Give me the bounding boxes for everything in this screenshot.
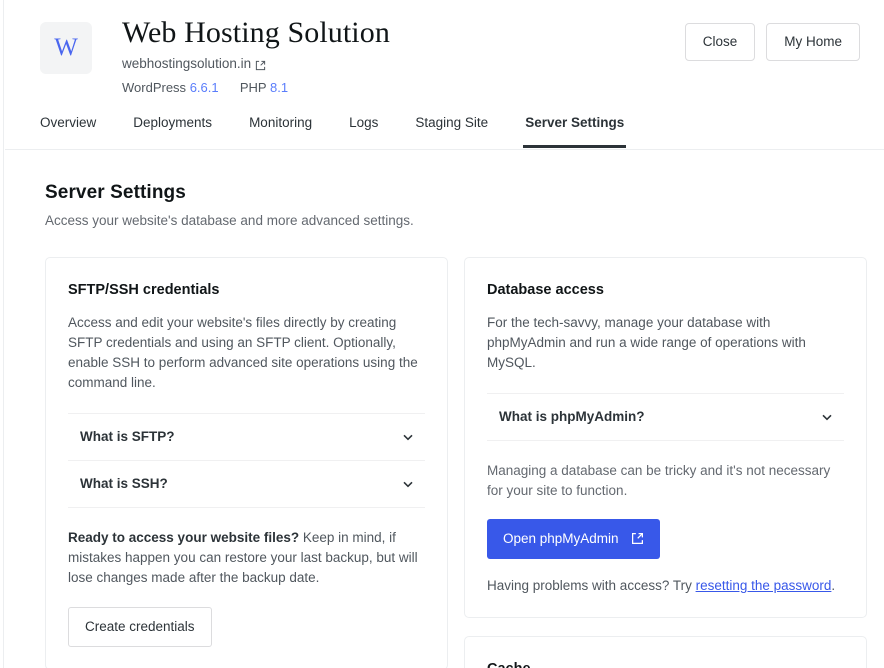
- accordion-item-what-is-sftp[interactable]: What is SFTP?: [68, 414, 425, 461]
- right-column: Database access For the tech-savvy, mana…: [464, 257, 867, 668]
- main-content: Server Settings Access your website's da…: [5, 150, 884, 668]
- php-version[interactable]: 8.1: [270, 80, 288, 95]
- database-help-prefix: Having problems with access? Try: [487, 578, 696, 593]
- tab-server-settings[interactable]: Server Settings: [525, 112, 624, 147]
- tab-overview[interactable]: Overview: [40, 112, 96, 147]
- database-help-suffix: .: [831, 578, 835, 593]
- sftp-accordion: What is SFTP? What is SSH?: [68, 413, 425, 508]
- site-tabs: Overview Deployments Monitoring Logs Sta…: [5, 112, 884, 150]
- open-phpmyadmin-button[interactable]: Open phpMyAdmin: [487, 519, 660, 559]
- sftp-ssh-credentials-card: SFTP/SSH credentials Access and edit you…: [45, 257, 448, 668]
- close-button[interactable]: Close: [685, 23, 756, 61]
- tab-deployments[interactable]: Deployments: [133, 112, 212, 147]
- site-title: Web Hosting Solution: [122, 14, 685, 52]
- header-actions: Close My Home: [685, 23, 860, 61]
- tab-logs[interactable]: Logs: [349, 112, 378, 147]
- tab-monitoring[interactable]: Monitoring: [249, 112, 312, 147]
- database-card-description: For the tech-savvy, manage your database…: [487, 313, 844, 373]
- accordion-item-what-is-ssh[interactable]: What is SSH?: [68, 461, 425, 508]
- database-card-title: Database access: [487, 280, 844, 300]
- database-accordion: What is phpMyAdmin?: [487, 393, 844, 441]
- cache-card-title: Cache: [487, 659, 844, 668]
- open-phpmyadmin-label: Open phpMyAdmin: [503, 532, 619, 546]
- chevron-down-icon: [401, 430, 415, 444]
- database-help-note: Having problems with access? Try resetti…: [487, 577, 844, 595]
- tab-staging-site[interactable]: Staging Site: [415, 112, 488, 147]
- wordpress-version[interactable]: 6.6.1: [190, 80, 219, 95]
- external-link-icon: [631, 532, 644, 545]
- database-warning-text: Managing a database can be tricky and it…: [487, 461, 844, 501]
- platform-versions: WordPress 6.6.1 PHP 8.1: [122, 79, 685, 96]
- sftp-ready-note: Ready to access your website files? Keep…: [68, 528, 425, 588]
- sftp-card-title: SFTP/SSH credentials: [68, 280, 425, 300]
- server-settings-page: W Web Hosting Solution webhostingsolutio…: [0, 0, 884, 668]
- page-title: Server Settings: [45, 180, 860, 205]
- create-credentials-button[interactable]: Create credentials: [68, 607, 212, 647]
- my-home-button[interactable]: My Home: [766, 23, 860, 61]
- settings-cards: SFTP/SSH credentials Access and edit you…: [45, 257, 860, 668]
- site-url-link[interactable]: webhostingsolution.in: [122, 55, 251, 73]
- accordion-label: What is phpMyAdmin?: [499, 408, 645, 426]
- accordion-label: What is SFTP?: [80, 428, 175, 446]
- sftp-ready-note-bold: Ready to access your website files?: [68, 530, 299, 545]
- page-subtitle: Access your website's database and more …: [45, 212, 860, 230]
- chevron-down-icon: [820, 410, 834, 424]
- site-url-row: webhostingsolution.in: [122, 55, 685, 73]
- cache-card: Cache Manage your site's server-side cac…: [464, 636, 867, 668]
- wordpress-label: WordPress: [122, 80, 186, 95]
- site-meta: Web Hosting Solution webhostingsolution.…: [122, 12, 685, 96]
- site-logo-avatar: W: [40, 22, 92, 74]
- php-label: PHP: [240, 80, 267, 95]
- external-link-icon: [255, 60, 266, 71]
- accordion-label: What is SSH?: [80, 475, 168, 493]
- reset-password-link[interactable]: resetting the password: [696, 578, 832, 593]
- accordion-item-what-is-phpmyadmin[interactable]: What is phpMyAdmin?: [487, 394, 844, 441]
- left-column: SFTP/SSH credentials Access and edit you…: [45, 257, 448, 668]
- database-access-card: Database access For the tech-savvy, mana…: [464, 257, 867, 618]
- left-rail-edge: [0, 0, 4, 668]
- site-logo-letter: W: [54, 34, 78, 62]
- site-header: W Web Hosting Solution webhostingsolutio…: [5, 0, 884, 96]
- sftp-card-description: Access and edit your website's files dir…: [68, 313, 425, 393]
- chevron-down-icon: [401, 477, 415, 491]
